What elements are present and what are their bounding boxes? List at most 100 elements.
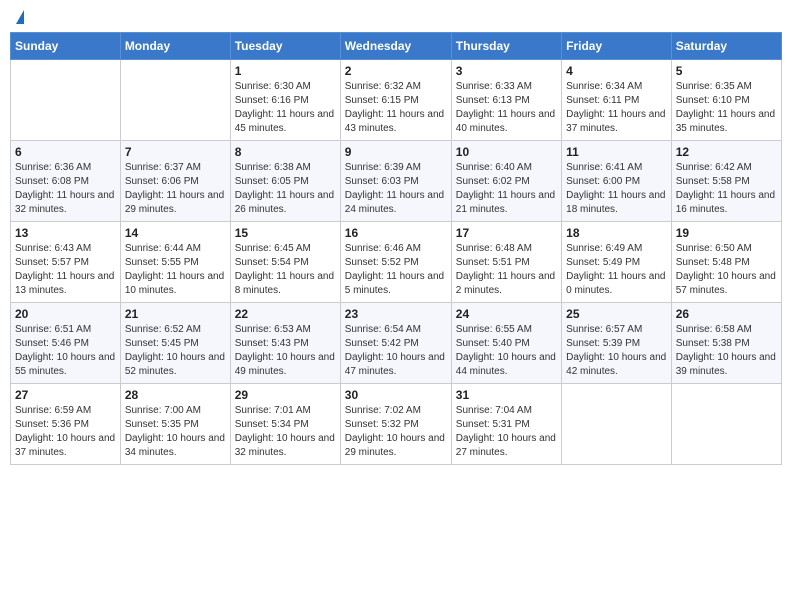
- calendar-cell: 6 Sunrise: 6:36 AM Sunset: 6:08 PM Daylig…: [11, 141, 121, 222]
- day-number: 29: [235, 388, 336, 402]
- day-number: 14: [125, 226, 226, 240]
- calendar-cell: 24 Sunrise: 6:55 AM Sunset: 5:40 PM Dayli…: [451, 303, 561, 384]
- calendar-week-row: 6 Sunrise: 6:36 AM Sunset: 6:08 PM Daylig…: [11, 141, 782, 222]
- calendar-cell: 7Sunrise: 6:37 AM Sunset: 6:06 PM Daylig…: [120, 141, 230, 222]
- day-number: 11: [566, 145, 667, 159]
- day-number: 20: [15, 307, 116, 321]
- calendar-cell: 15Sunrise: 6:45 AM Sunset: 5:54 PM Dayli…: [230, 222, 340, 303]
- day-number: 1: [235, 64, 336, 78]
- calendar-cell: 19 Sunrise: 6:50 AM Sunset: 5:48 PM Dayli…: [671, 222, 781, 303]
- calendar-table: SundayMondayTuesdayWednesdayThursdayFrid…: [10, 32, 782, 465]
- day-info: Sunrise: 6:39 AM Sunset: 6:03 PM Dayligh…: [345, 161, 447, 217]
- calendar-cell: 25 Sunrise: 6:57 AM Sunset: 5:39 PM Dayli…: [562, 303, 672, 384]
- day-number: 9: [345, 145, 447, 159]
- day-info: Sunrise: 6:59 AM Sunset: 5:36 PM Dayligh…: [15, 404, 116, 460]
- day-info: Sunrise: 6:45 AM Sunset: 5:54 PM Dayligh…: [235, 242, 336, 298]
- calendar-cell: 30 Sunrise: 7:02 AM Sunset: 5:32 PM Dayli…: [340, 384, 451, 465]
- calendar-cell: [562, 384, 672, 465]
- day-info: Sunrise: 6:37 AM Sunset: 6:06 PM Dayligh…: [125, 161, 226, 217]
- calendar-cell: 31 Sunrise: 7:04 AM Sunset: 5:31 PM Dayli…: [451, 384, 561, 465]
- day-info: Sunrise: 6:50 AM Sunset: 5:48 PM Dayligh…: [676, 242, 777, 298]
- day-number: 12: [676, 145, 777, 159]
- day-number: 19: [676, 226, 777, 240]
- day-info: Sunrise: 6:34 AM Sunset: 6:11 PM Dayligh…: [566, 80, 667, 136]
- day-info: Sunrise: 6:38 AM Sunset: 6:05 PM Dayligh…: [235, 161, 336, 217]
- day-number: 21: [125, 307, 226, 321]
- calendar-cell: 23 Sunrise: 6:54 AM Sunset: 5:42 PM Dayli…: [340, 303, 451, 384]
- weekday-header-saturday: Saturday: [671, 33, 781, 60]
- day-number: 23: [345, 307, 447, 321]
- day-number: 22: [235, 307, 336, 321]
- calendar-cell: [120, 60, 230, 141]
- day-info: Sunrise: 6:30 AM Sunset: 6:16 PM Dayligh…: [235, 80, 336, 136]
- page-header: [10, 10, 782, 24]
- weekday-header-sunday: Sunday: [11, 33, 121, 60]
- calendar-cell: 14 Sunrise: 6:44 AM Sunset: 5:55 PM Dayli…: [120, 222, 230, 303]
- weekday-header-monday: Monday: [120, 33, 230, 60]
- day-number: 30: [345, 388, 447, 402]
- day-info: Sunrise: 7:04 AM Sunset: 5:31 PM Dayligh…: [456, 404, 557, 460]
- day-info: Sunrise: 6:52 AM Sunset: 5:45 PM Dayligh…: [125, 323, 226, 379]
- day-info: Sunrise: 6:49 AM Sunset: 5:49 PM Dayligh…: [566, 242, 667, 298]
- calendar-cell: 27 Sunrise: 6:59 AM Sunset: 5:36 PM Dayli…: [11, 384, 121, 465]
- day-number: 24: [456, 307, 557, 321]
- calendar-cell: 1 Sunrise: 6:30 AM Sunset: 6:16 PM Daylig…: [230, 60, 340, 141]
- day-info: Sunrise: 6:53 AM Sunset: 5:43 PM Dayligh…: [235, 323, 336, 379]
- day-number: 13: [15, 226, 116, 240]
- day-info: Sunrise: 6:58 AM Sunset: 5:38 PM Dayligh…: [676, 323, 777, 379]
- calendar-cell: 3 Sunrise: 6:33 AM Sunset: 6:13 PM Daylig…: [451, 60, 561, 141]
- day-info: Sunrise: 6:35 AM Sunset: 6:10 PM Dayligh…: [676, 80, 777, 136]
- day-number: 28: [125, 388, 226, 402]
- day-number: 6: [15, 145, 116, 159]
- day-info: Sunrise: 6:33 AM Sunset: 6:13 PM Dayligh…: [456, 80, 557, 136]
- calendar-cell: 16 Sunrise: 6:46 AM Sunset: 5:52 PM Dayli…: [340, 222, 451, 303]
- day-number: 27: [15, 388, 116, 402]
- day-info: Sunrise: 6:51 AM Sunset: 5:46 PM Dayligh…: [15, 323, 116, 379]
- day-info: Sunrise: 7:02 AM Sunset: 5:32 PM Dayligh…: [345, 404, 447, 460]
- day-number: 10: [456, 145, 557, 159]
- weekday-header-friday: Friday: [562, 33, 672, 60]
- day-number: 16: [345, 226, 447, 240]
- day-info: Sunrise: 6:36 AM Sunset: 6:08 PM Dayligh…: [15, 161, 116, 217]
- calendar-week-row: 13Sunrise: 6:43 AM Sunset: 5:57 PM Dayli…: [11, 222, 782, 303]
- logo-icon: [16, 10, 24, 24]
- day-number: 5: [676, 64, 777, 78]
- calendar-cell: 26Sunrise: 6:58 AM Sunset: 5:38 PM Dayli…: [671, 303, 781, 384]
- calendar-cell: 20 Sunrise: 6:51 AM Sunset: 5:46 PM Dayli…: [11, 303, 121, 384]
- day-info: Sunrise: 6:54 AM Sunset: 5:42 PM Dayligh…: [345, 323, 447, 379]
- day-info: Sunrise: 6:40 AM Sunset: 6:02 PM Dayligh…: [456, 161, 557, 217]
- calendar-cell: 4Sunrise: 6:34 AM Sunset: 6:11 PM Daylig…: [562, 60, 672, 141]
- day-info: Sunrise: 7:00 AM Sunset: 5:35 PM Dayligh…: [125, 404, 226, 460]
- calendar-cell: 28 Sunrise: 7:00 AM Sunset: 5:35 PM Dayli…: [120, 384, 230, 465]
- calendar-header-row: SundayMondayTuesdayWednesdayThursdayFrid…: [11, 33, 782, 60]
- calendar-body: 1 Sunrise: 6:30 AM Sunset: 6:16 PM Daylig…: [11, 60, 782, 465]
- day-number: 25: [566, 307, 667, 321]
- calendar-week-row: 20 Sunrise: 6:51 AM Sunset: 5:46 PM Dayli…: [11, 303, 782, 384]
- calendar-cell: 5 Sunrise: 6:35 AM Sunset: 6:10 PM Daylig…: [671, 60, 781, 141]
- calendar-week-row: 27 Sunrise: 6:59 AM Sunset: 5:36 PM Dayli…: [11, 384, 782, 465]
- calendar-week-row: 1 Sunrise: 6:30 AM Sunset: 6:16 PM Daylig…: [11, 60, 782, 141]
- day-info: Sunrise: 6:55 AM Sunset: 5:40 PM Dayligh…: [456, 323, 557, 379]
- calendar-cell: 29 Sunrise: 7:01 AM Sunset: 5:34 PM Dayli…: [230, 384, 340, 465]
- day-info: Sunrise: 6:57 AM Sunset: 5:39 PM Dayligh…: [566, 323, 667, 379]
- calendar-cell: 9 Sunrise: 6:39 AM Sunset: 6:03 PM Daylig…: [340, 141, 451, 222]
- day-number: 18: [566, 226, 667, 240]
- day-info: Sunrise: 6:46 AM Sunset: 5:52 PM Dayligh…: [345, 242, 447, 298]
- weekday-header-wednesday: Wednesday: [340, 33, 451, 60]
- day-number: 31: [456, 388, 557, 402]
- day-number: 3: [456, 64, 557, 78]
- day-number: 17: [456, 226, 557, 240]
- day-info: Sunrise: 6:44 AM Sunset: 5:55 PM Dayligh…: [125, 242, 226, 298]
- calendar-cell: 13Sunrise: 6:43 AM Sunset: 5:57 PM Dayli…: [11, 222, 121, 303]
- calendar-cell: 12 Sunrise: 6:42 AM Sunset: 5:58 PM Dayli…: [671, 141, 781, 222]
- calendar-cell: 17Sunrise: 6:48 AM Sunset: 5:51 PM Dayli…: [451, 222, 561, 303]
- calendar-cell: 21 Sunrise: 6:52 AM Sunset: 5:45 PM Dayli…: [120, 303, 230, 384]
- calendar-cell: 2Sunrise: 6:32 AM Sunset: 6:15 PM Daylig…: [340, 60, 451, 141]
- calendar-cell: 18 Sunrise: 6:49 AM Sunset: 5:49 PM Dayli…: [562, 222, 672, 303]
- calendar-cell: [11, 60, 121, 141]
- calendar-cell: 8Sunrise: 6:38 AM Sunset: 6:05 PM Daylig…: [230, 141, 340, 222]
- weekday-header-thursday: Thursday: [451, 33, 561, 60]
- day-info: Sunrise: 7:01 AM Sunset: 5:34 PM Dayligh…: [235, 404, 336, 460]
- day-info: Sunrise: 6:42 AM Sunset: 5:58 PM Dayligh…: [676, 161, 777, 217]
- day-info: Sunrise: 6:32 AM Sunset: 6:15 PM Dayligh…: [345, 80, 447, 136]
